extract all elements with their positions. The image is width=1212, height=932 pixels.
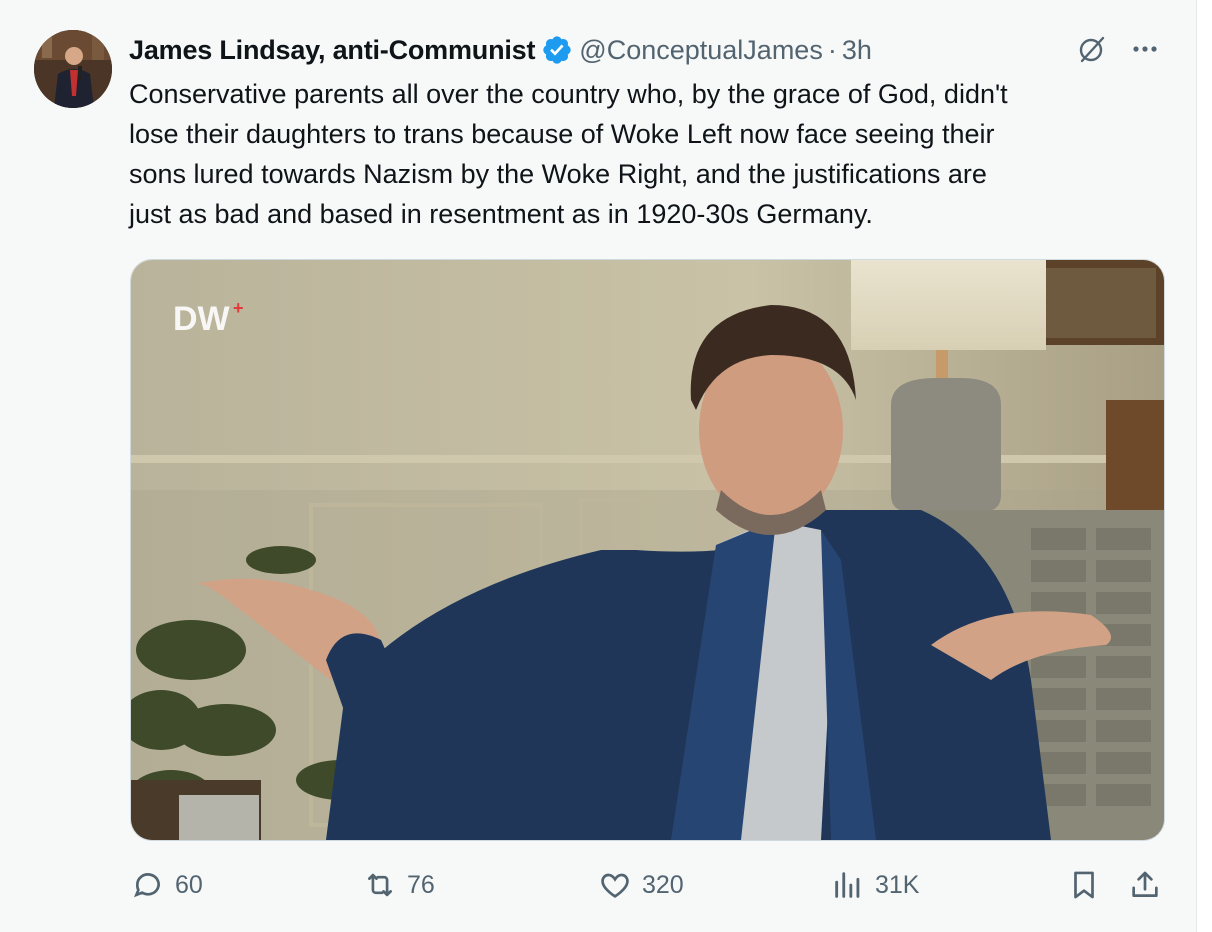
share-icon bbox=[1132, 871, 1158, 897]
reply-icon bbox=[133, 873, 160, 898]
like-count: 320 bbox=[642, 870, 684, 899]
like-button[interactable]: 320 bbox=[598, 855, 684, 915]
share-button[interactable] bbox=[1128, 855, 1172, 915]
video-player[interactable]: DW + bbox=[130, 259, 1165, 841]
like-icon bbox=[601, 873, 629, 898]
reply-button[interactable]: 60 bbox=[131, 855, 203, 915]
repost-button[interactable]: 76 bbox=[363, 855, 435, 915]
views-count: 31K bbox=[875, 870, 920, 899]
views-icon bbox=[835, 872, 860, 898]
tweet-text: Conservative parents all over the countr… bbox=[129, 74, 1169, 234]
tweet-text-line: lose their daughters to trans because of… bbox=[129, 119, 995, 149]
timestamp[interactable]: 3h bbox=[842, 35, 872, 66]
tweet-card[interactable]: James Lindsay, anti-Communist @Conceptua… bbox=[0, 0, 1197, 932]
tweet-text-line: Conservative parents all over the countr… bbox=[129, 79, 1008, 109]
video-frame: DW + bbox=[131, 260, 1164, 840]
dw-logo: DW bbox=[173, 300, 231, 338]
verified-badge-icon bbox=[543, 36, 571, 64]
bookmark-icon bbox=[1074, 871, 1094, 899]
bookmark-button[interactable] bbox=[1067, 855, 1111, 915]
tweet-text-line: sons lured towards Nazism by the Woke Ri… bbox=[129, 159, 987, 189]
repost-count: 76 bbox=[407, 870, 435, 899]
repost-icon bbox=[368, 873, 392, 897]
grok-icon[interactable] bbox=[1076, 33, 1108, 65]
action-bar: 60 76 320 31K bbox=[0, 855, 1196, 915]
author-name[interactable]: James Lindsay, anti-Communist bbox=[129, 35, 535, 66]
separator-dot: · bbox=[827, 34, 837, 65]
svg-text:+: + bbox=[233, 298, 244, 318]
more-icon[interactable] bbox=[1128, 34, 1162, 64]
tweet-text-line: just as bad and based in resentment as i… bbox=[129, 199, 873, 229]
avatar[interactable] bbox=[34, 30, 112, 108]
author-handle[interactable]: @ConceptualJames bbox=[579, 35, 823, 66]
reply-count: 60 bbox=[175, 870, 203, 899]
page-edge bbox=[1197, 0, 1212, 932]
views-button[interactable]: 31K bbox=[831, 855, 919, 915]
tweet-header: James Lindsay, anti-Communist @Conceptua… bbox=[129, 30, 872, 70]
